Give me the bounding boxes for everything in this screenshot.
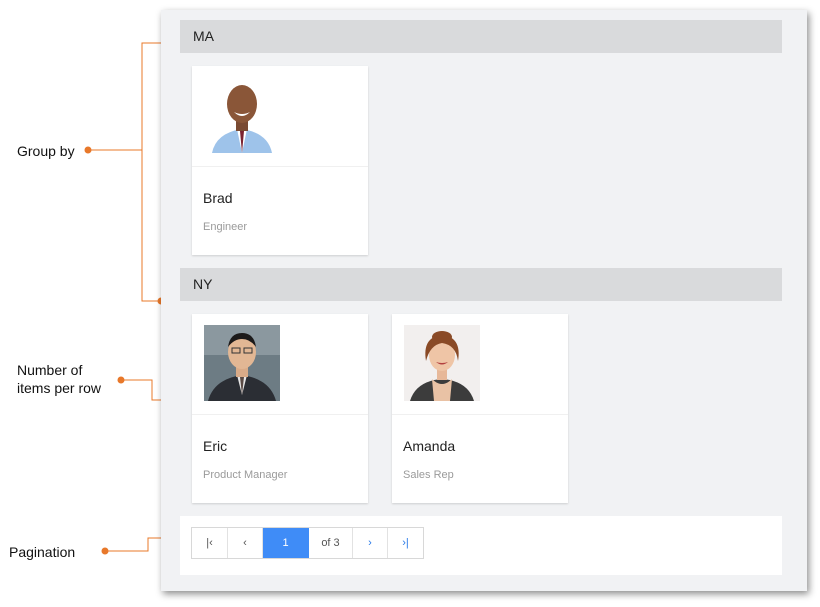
annotation-items-per-row-line2: items per row [17,380,102,396]
items-per-row-dot [117,376,125,384]
current-page[interactable]: 1 [263,528,309,558]
last-page-button[interactable]: ›| [388,528,423,558]
avatar [204,325,280,401]
employee-role: Product Manager [203,469,288,481]
annotation-items-per-row-line1: Number of [17,362,83,378]
avatar [204,77,280,153]
employee-role: Engineer [203,221,248,233]
pagination-dot [101,547,109,555]
first-page-button[interactable]: |‹ [192,528,228,558]
annotation-group-by: Group by [17,143,75,159]
employee-card[interactable]: Amanda Sales Rep [392,314,568,503]
pagination-bar: |‹ ‹ 1 of 3 › ›| [180,516,782,575]
first-page-icon: |‹ [206,537,213,549]
next-page-button[interactable]: › [353,528,388,558]
annotation-pagination: Pagination [9,544,76,560]
photo-area [192,66,368,167]
photo-area [192,314,368,415]
next-page-icon: › [368,537,372,549]
avatar [404,325,480,401]
page-count: of 3 [309,528,353,558]
employee-card[interactable]: Eric Product Manager [192,314,368,503]
employee-name: Brad [203,190,233,206]
group-header-ma: MA [180,20,782,53]
employee-card[interactable]: Brad Engineer [192,66,368,255]
annotation-items-per-row: Number of items per row [17,361,101,397]
group-by-dot [84,146,92,154]
pager: |‹ ‹ 1 of 3 › ›| [191,527,424,559]
last-page-icon: ›| [402,537,409,549]
prev-page-button[interactable]: ‹ [228,528,263,558]
employee-name: Amanda [403,438,456,454]
photo-area [392,314,568,415]
group-header-ny: NY [180,268,782,301]
prev-page-icon: ‹ [243,537,247,549]
listview-panel: MA Brad Engineer NY Eric Product Manager… [161,10,807,591]
employee-name: Eric [203,438,228,454]
employee-role: Sales Rep [403,469,454,481]
